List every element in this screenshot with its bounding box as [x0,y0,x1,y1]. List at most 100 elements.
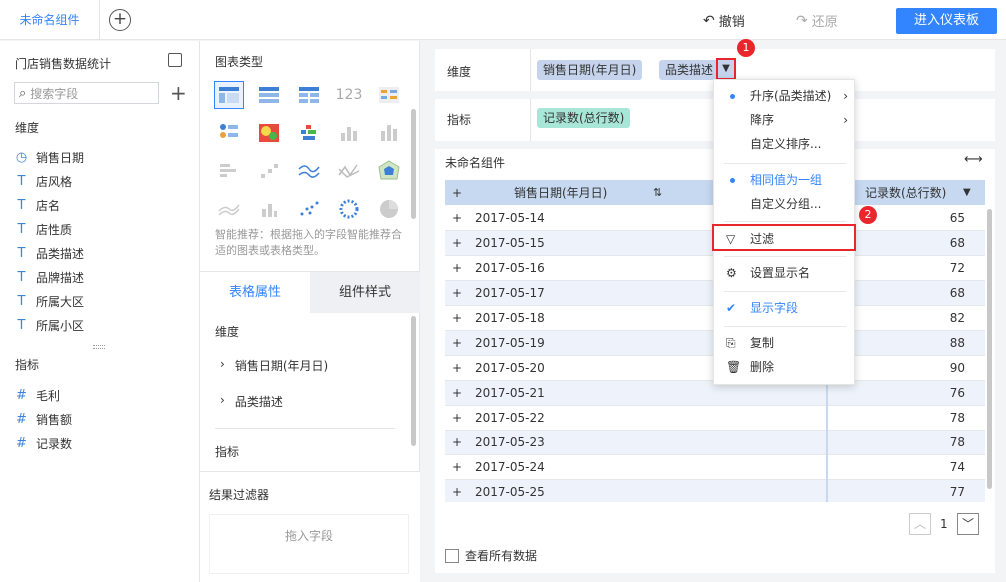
field-brand[interactable]: T 品牌描述 [15,269,85,286]
page-up-button[interactable]: ︿ [909,513,931,535]
field-store-nature[interactable]: T 店性质 [15,221,73,238]
dropdown-caret-icon[interactable]: ▼ [716,58,736,80]
panel-scrollbar[interactable] [411,109,416,219]
checkbox[interactable] [445,548,459,563]
expand-row-icon[interactable]: + [445,280,469,307]
redo-button[interactable]: ↷ 还原 [796,11,838,31]
menu-delete[interactable]: 🗑 删除 [714,356,856,378]
divider [724,163,846,164]
page-down-button[interactable]: ﹀ [957,513,979,535]
field-store-style[interactable]: T 店风格 [15,173,73,190]
dimension-item-category[interactable]: › 品类描述 [220,393,283,410]
chart-type-bar-small-icon[interactable] [254,195,284,223]
search-input[interactable]: ⌕ 搜索字段 [14,82,159,104]
chart-type-dot-matrix-icon[interactable] [214,119,244,147]
cell-count: 78 [826,405,985,431]
add-field-icon[interactable]: + [170,81,187,105]
chart-type-stacked-column-icon[interactable] [374,119,404,147]
step-badge-2: 2 [859,206,877,224]
chart-type-grouped-bar-icon[interactable] [294,119,324,147]
add-tab-button[interactable]: + [109,9,131,31]
tab-component-style[interactable]: 组件样式 [310,271,420,313]
menu-custom-sort[interactable]: 自定义排序... [714,133,856,155]
expand-row-icon[interactable]: + [445,430,469,456]
header-record-count[interactable]: 记录数(总行数) [865,184,946,201]
field-gross-profit[interactable]: # 毛利 [15,387,60,404]
text-type-icon: T [17,198,26,213]
chart-type-column-icon[interactable] [334,119,364,147]
chart-type-kpi-icon[interactable] [374,81,404,109]
expand-row-icon[interactable]: + [445,330,469,356]
table-scrollbar[interactable] [987,209,992,489]
chart-type-table-icon[interactable] [214,81,244,109]
enter-dashboard-button[interactable]: 进入仪表板 [896,8,997,34]
chart-type-pie-icon[interactable] [374,195,404,223]
table-row[interactable]: +2017-05-25 77 [445,479,985,502]
menu-filter[interactable]: ▽ 过滤 [714,228,856,250]
field-record-count[interactable]: # 记录数 [15,435,72,452]
measure-tag-record-count[interactable]: 记录数(总行数) [537,108,631,128]
dimension-tag-category[interactable]: 品类描述 [659,60,720,80]
menu-copy[interactable]: ⎘ 复制 [714,332,856,354]
panel-scrollbar-2[interactable] [411,316,416,446]
table-row[interactable]: +2017-05-22 78 [445,405,985,431]
chart-type-scatter-icon[interactable] [254,157,284,185]
fit-width-icon[interactable]: ⟷ [964,152,983,167]
chart-type-area-icon[interactable] [334,157,364,185]
chart-type-radar-icon[interactable] [374,157,404,185]
field-category[interactable]: T 品类描述 [15,245,85,262]
expand-row-icon[interactable]: + [445,206,469,232]
chart-type-number-icon[interactable]: 123 [334,81,364,109]
expand-row-icon[interactable]: + [445,454,469,481]
chart-type-crosstab-icon[interactable] [254,81,284,109]
chart-type-point-icon[interactable] [294,195,324,223]
field-subregion[interactable]: T 所属小区 [15,317,85,334]
chart-type-heatmap-icon[interactable] [254,119,284,147]
chart-type-label: 图表类型 [215,55,264,69]
expand-row-icon[interactable]: + [445,405,469,431]
menu-show-field[interactable]: ✔ 显示字段 [714,297,856,319]
divider [724,221,846,222]
expand-all-icon[interactable]: + [445,186,469,200]
chart-type-detail-table-icon[interactable] [294,81,324,109]
table-row[interactable]: +2017-05-24 74 [445,454,985,481]
undo-button[interactable]: ↶ 撤销 [703,11,745,31]
divider [724,326,846,327]
field-sales-date[interactable]: ◷ 销售日期 [15,149,84,166]
field-store-name[interactable]: T 店名 [15,197,61,214]
dimension-tag-date[interactable]: 销售日期(年月日) [537,60,643,80]
table-row[interactable]: +2017-05-23 78 [445,430,985,456]
tab-unnamed-component[interactable]: 未命名组件 [0,0,100,40]
sort-desc-icon[interactable]: ▼ [963,187,971,198]
switch-dataset-icon[interactable] [168,53,182,67]
number-type-icon: # [16,412,27,427]
menu-sort-ascending[interactable]: 升序(品类描述) › [714,85,856,107]
menu-display-name[interactable]: ⚙ 设置显示名 [714,262,856,284]
expand-row-icon[interactable]: + [445,230,469,257]
header-date[interactable]: 销售日期(年月日) [514,184,607,201]
expand-row-icon[interactable]: + [445,255,469,282]
chart-type-bar-icon[interactable] [214,157,244,185]
sort-icon[interactable]: ⇅ [653,186,662,199]
expand-row-icon[interactable]: + [445,380,469,406]
dimension-item-date[interactable]: › 销售日期(年月日) [220,357,328,374]
view-all-data[interactable]: 查看所有数据 [445,547,537,564]
expand-row-icon[interactable]: + [445,305,469,331]
field-sales-amount[interactable]: # 销售额 [15,411,72,428]
check-icon: ✔ [726,301,737,315]
resize-handle[interactable] [93,345,105,349]
chart-type-wave-icon[interactable] [214,195,244,223]
field-context-menu: 升序(品类描述) › 降序 › 自定义排序... 相同值为一组 自定义分组... ▽… [712,79,856,385]
chart-type-line-icon[interactable] [294,157,324,185]
drop-field-zone[interactable]: 拖入字段 [209,514,409,574]
tab-table-properties[interactable]: 表格属性 [200,271,310,313]
text-type-icon: T [17,246,26,261]
menu-sort-descending[interactable]: 降序 › [714,109,856,131]
field-region[interactable]: T 所属大区 [15,293,85,310]
expand-row-icon[interactable]: + [445,479,469,502]
menu-same-value-group[interactable]: 相同值为一组 [714,169,856,191]
expand-row-icon[interactable]: + [445,355,469,381]
dimension-config-label: 维度 [447,65,472,79]
menu-custom-group[interactable]: 自定义分组... [714,193,856,215]
chart-type-bubble-icon[interactable] [334,195,364,223]
